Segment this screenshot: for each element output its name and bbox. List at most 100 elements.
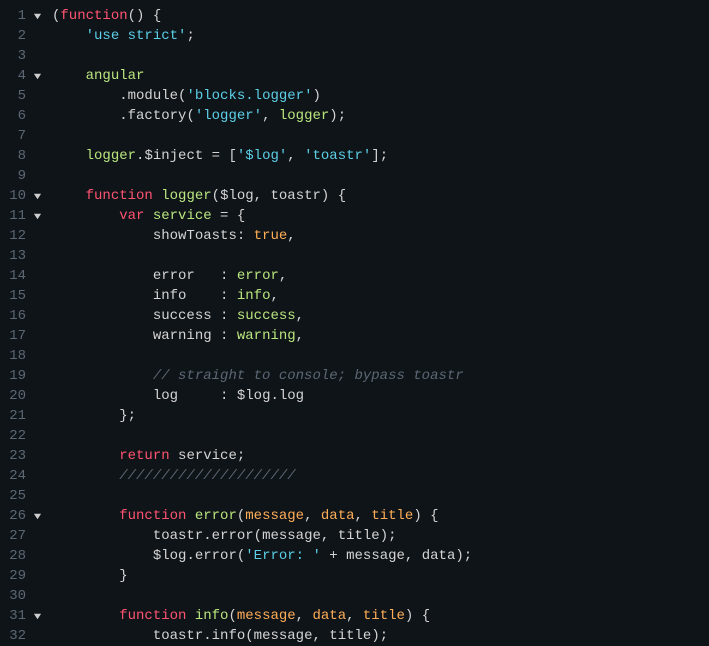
code-line[interactable]: } bbox=[52, 566, 709, 586]
token-default: toastr bbox=[153, 628, 203, 644]
line-number: 11 bbox=[8, 206, 26, 226]
fold-toggle-icon[interactable] bbox=[32, 612, 42, 621]
token-punct: ) { bbox=[405, 608, 430, 624]
token-punct: . bbox=[270, 388, 278, 404]
token-punct: ( bbox=[228, 608, 236, 624]
token-default bbox=[186, 608, 194, 624]
code-line[interactable]: warning : warning, bbox=[52, 326, 709, 346]
gutter-line: 10 bbox=[8, 186, 42, 206]
token-punct: ) { bbox=[413, 508, 438, 524]
code-line[interactable]: 'use strict'; bbox=[52, 26, 709, 46]
token-ident-g: error bbox=[195, 508, 237, 524]
code-line[interactable]: error : error, bbox=[52, 266, 709, 286]
token-default: $log bbox=[220, 188, 254, 204]
token-default: message bbox=[254, 628, 313, 644]
token-string: '$log' bbox=[237, 148, 287, 164]
token-param: title bbox=[363, 608, 405, 624]
token-punct: ); bbox=[371, 628, 388, 644]
token-default: message bbox=[346, 548, 405, 564]
code-line[interactable]: toastr.info(message, title); bbox=[52, 626, 709, 646]
token-punct: ( bbox=[186, 108, 194, 124]
token-default bbox=[186, 508, 194, 524]
token-ident-g: info bbox=[195, 608, 229, 624]
fold-toggle-icon[interactable] bbox=[32, 512, 42, 521]
token-default: module bbox=[128, 88, 178, 104]
code-editor[interactable]: 1234567891011121314151617181920212223242… bbox=[0, 0, 709, 637]
gutter-line: 16 bbox=[8, 306, 42, 326]
token-punct: = { bbox=[212, 208, 246, 224]
code-line[interactable]: toastr.error(message, title); bbox=[52, 526, 709, 546]
code-line[interactable]: success : success, bbox=[52, 306, 709, 326]
token-default bbox=[52, 28, 86, 44]
token-punct: ); bbox=[380, 528, 397, 544]
token-keyword: function bbox=[119, 608, 186, 624]
token-punct: ( bbox=[237, 508, 245, 524]
code-line[interactable] bbox=[52, 426, 709, 446]
token-punct: , bbox=[254, 188, 271, 204]
line-number: 16 bbox=[8, 306, 26, 326]
token-punct: : bbox=[212, 308, 237, 324]
token-default: factory bbox=[128, 108, 187, 124]
code-line[interactable]: .factory('logger', logger); bbox=[52, 106, 709, 126]
code-line[interactable] bbox=[52, 246, 709, 266]
code-line[interactable]: return service; bbox=[52, 446, 709, 466]
code-line[interactable]: function info(message, data, title) { bbox=[52, 606, 709, 626]
code-line[interactable]: (function() { bbox=[52, 6, 709, 26]
gutter-line: 19 bbox=[8, 366, 42, 386]
code-line[interactable]: .module('blocks.logger') bbox=[52, 86, 709, 106]
token-punct: ]; bbox=[371, 148, 388, 164]
token-punct: : bbox=[237, 228, 254, 244]
code-area[interactable]: (function() { 'use strict'; angular .mod… bbox=[46, 0, 709, 637]
code-line[interactable] bbox=[52, 46, 709, 66]
code-line[interactable] bbox=[52, 586, 709, 606]
token-keyword: function bbox=[60, 8, 127, 24]
token-default: success bbox=[153, 308, 212, 324]
gutter-line: 26 bbox=[8, 506, 42, 526]
code-line[interactable]: function logger($log, toastr) { bbox=[52, 186, 709, 206]
gutter-line: 12 bbox=[8, 226, 42, 246]
token-default bbox=[52, 288, 153, 304]
token-punct: . bbox=[52, 108, 128, 124]
token-default bbox=[52, 448, 119, 464]
token-punct: , bbox=[405, 548, 422, 564]
gutter-line: 2 bbox=[8, 26, 42, 46]
code-line[interactable]: logger.$inject = ['$log', 'toastr']; bbox=[52, 146, 709, 166]
token-ident-g: angular bbox=[86, 68, 145, 84]
token-punct: ) { bbox=[321, 188, 346, 204]
token-punct: , bbox=[304, 508, 321, 524]
code-line[interactable]: // straight to console; bypass toastr bbox=[52, 366, 709, 386]
token-string: 'blocks.logger' bbox=[186, 88, 312, 104]
fold-toggle-icon[interactable] bbox=[32, 72, 42, 81]
line-number: 3 bbox=[8, 46, 26, 66]
code-line[interactable] bbox=[52, 166, 709, 186]
token-ident-g: logger bbox=[279, 108, 329, 124]
token-default: error bbox=[212, 528, 254, 544]
code-line[interactable] bbox=[52, 346, 709, 366]
token-param: message bbox=[237, 608, 296, 624]
line-number: 21 bbox=[8, 406, 26, 426]
code-line[interactable] bbox=[52, 126, 709, 146]
token-punct: , bbox=[321, 528, 338, 544]
code-line[interactable]: var service = { bbox=[52, 206, 709, 226]
fold-toggle-icon[interactable] bbox=[32, 212, 42, 221]
gutter-line: 15 bbox=[8, 286, 42, 306]
code-line[interactable]: log : $log.log bbox=[52, 386, 709, 406]
token-default: showToasts bbox=[153, 228, 237, 244]
code-line[interactable]: showToasts: true, bbox=[52, 226, 709, 246]
gutter-line: 13 bbox=[8, 246, 42, 266]
token-default bbox=[170, 448, 178, 464]
fold-toggle-icon[interactable] bbox=[32, 12, 42, 21]
line-number: 10 bbox=[8, 186, 26, 206]
gutter-line: 5 bbox=[8, 86, 42, 106]
gutter-line: 18 bbox=[8, 346, 42, 366]
code-line[interactable]: function error(message, data, title) { bbox=[52, 506, 709, 526]
gutter-line: 28 bbox=[8, 546, 42, 566]
code-line[interactable]: info : info, bbox=[52, 286, 709, 306]
fold-toggle-icon[interactable] bbox=[32, 192, 42, 201]
code-line[interactable]: angular bbox=[52, 66, 709, 86]
line-number: 25 bbox=[8, 486, 26, 506]
code-line[interactable]: $log.error('Error: ' + message, data); bbox=[52, 546, 709, 566]
code-line[interactable] bbox=[52, 486, 709, 506]
code-line[interactable]: }; bbox=[52, 406, 709, 426]
code-line[interactable]: ///////////////////// bbox=[52, 466, 709, 486]
